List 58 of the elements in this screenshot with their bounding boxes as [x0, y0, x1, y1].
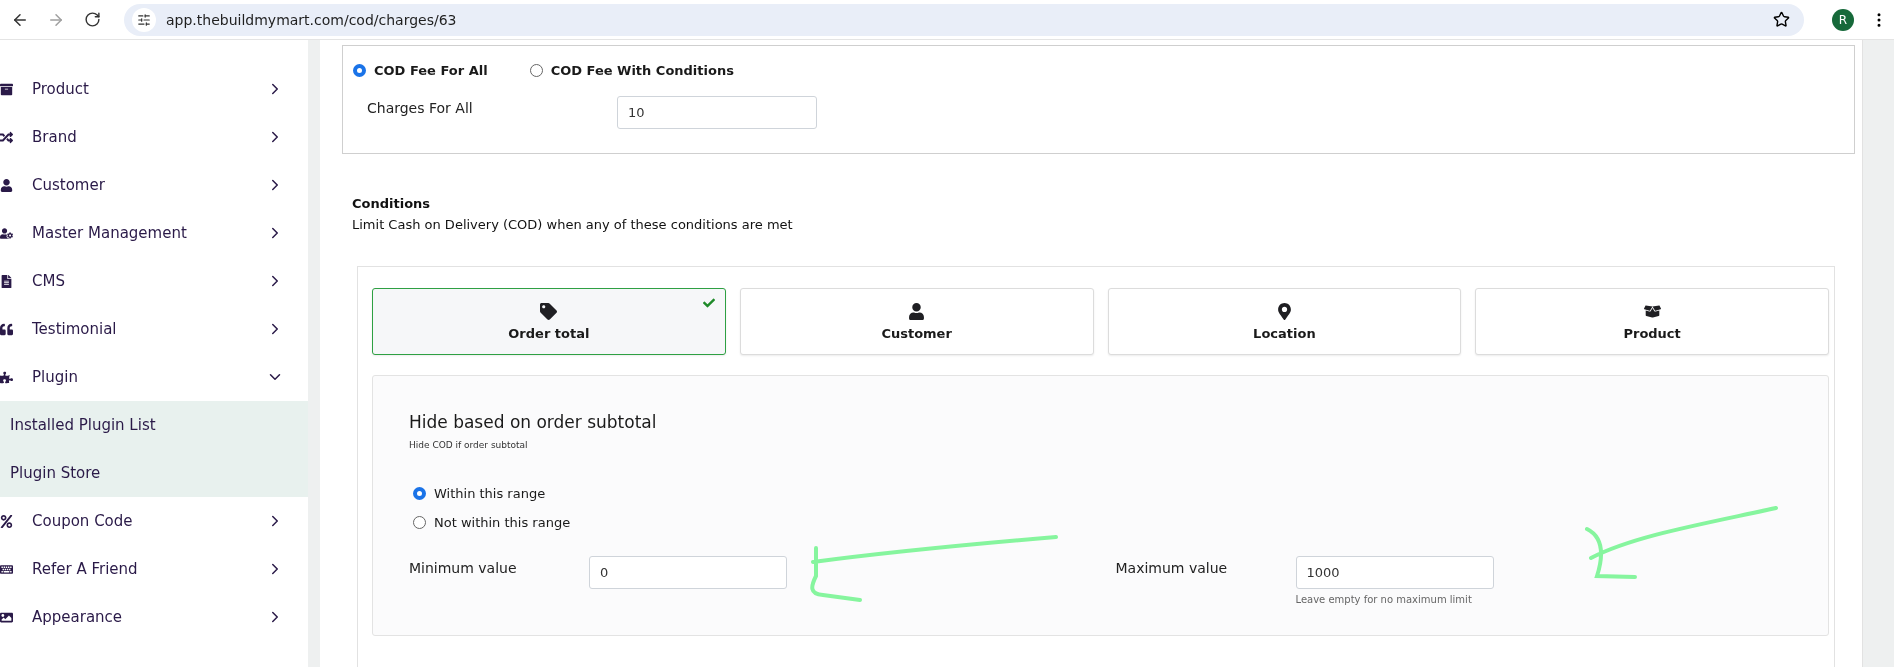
submenu-item[interactable]: Plugin Store [0, 449, 308, 497]
url-text: app.thebuildmymart.com/cod/charges/63 [166, 11, 458, 28]
quote-icon [0, 322, 13, 336]
range-radio-option[interactable]: Within this range [413, 486, 1792, 501]
field-hint: Leave empty for no maximum limit [1295, 594, 1473, 605]
radio-icon[interactable] [529, 64, 543, 77]
site-settings-button[interactable] [132, 7, 156, 32]
sidebar-item[interactable]: Master Management [0, 209, 308, 257]
sidebar-item[interactable]: Brand [0, 113, 308, 161]
condition-tab[interactable]: Product [1475, 288, 1829, 355]
section-subtitle: Limit Cash on Delivery (COD) when any of these conditions are met [352, 217, 794, 232]
check-icon [702, 297, 715, 309]
field-label: Minimum value [409, 559, 518, 576]
submenu-item[interactable]: Installed Plugin List [0, 401, 308, 449]
sidebar-item[interactable]: Customer [0, 161, 308, 209]
sidebar-item[interactable]: Plugin [0, 353, 308, 401]
condition-tab[interactable]: Location [1107, 288, 1462, 355]
charges-input[interactable]: 10 [617, 96, 817, 129]
sidebar-item[interactable]: Product [0, 65, 308, 113]
sliders-icon [137, 12, 151, 27]
radio-icon[interactable] [413, 487, 426, 500]
field-label: Charges For All [367, 99, 474, 116]
sidebar-item[interactable]: Refer A Friend [0, 545, 308, 593]
condition-tab[interactable]: Customer [739, 288, 1094, 355]
profile-avatar[interactable]: R [1832, 8, 1854, 31]
fee-radio-option[interactable]: COD Fee For All [353, 63, 488, 78]
tag-icon [540, 302, 558, 320]
section-title: Conditions [352, 196, 432, 211]
puzzle-icon [0, 370, 13, 384]
percent-icon [0, 514, 13, 528]
archive-icon [0, 82, 13, 96]
panel-subtitle: Hide COD if order subtotal [409, 440, 529, 450]
address-bar[interactable]: app.thebuildmymart.com/cod/charges/63 [124, 3, 1804, 36]
shuffle-icon [0, 130, 13, 144]
person-icon [908, 302, 926, 320]
maximum-input[interactable]: 1000 [1295, 556, 1494, 589]
range-radio-option[interactable]: Not within this range [413, 515, 1792, 530]
radio-label: Not within this range [434, 515, 571, 530]
map-pin-icon [1275, 302, 1293, 320]
sidebar-item[interactable]: Testimonial [0, 305, 308, 353]
keyboard-icon [0, 562, 13, 576]
sidebar-item[interactable]: Coupon Code [0, 497, 308, 545]
radio-label: Within this range [434, 486, 546, 501]
radio-icon[interactable] [353, 64, 366, 77]
person-icon [0, 178, 13, 192]
image-icon [0, 610, 13, 624]
condition-tab[interactable]: Order total [372, 288, 726, 355]
radio-label: COD Fee For All [374, 63, 488, 78]
document-icon [0, 274, 13, 288]
bookmark-star-icon[interactable] [1773, 11, 1790, 28]
field-label: Maximum value [1115, 559, 1229, 576]
panel-heading: Hide based on order subtotal [409, 412, 658, 432]
person-gear-icon [0, 226, 13, 240]
radio-icon[interactable] [413, 516, 426, 529]
reload-icon[interactable] [83, 11, 101, 28]
sidebar-item[interactable]: Appearance [0, 593, 308, 641]
minimum-input[interactable]: 0 [589, 556, 787, 589]
sidebar-item[interactable]: CMS [0, 257, 308, 305]
